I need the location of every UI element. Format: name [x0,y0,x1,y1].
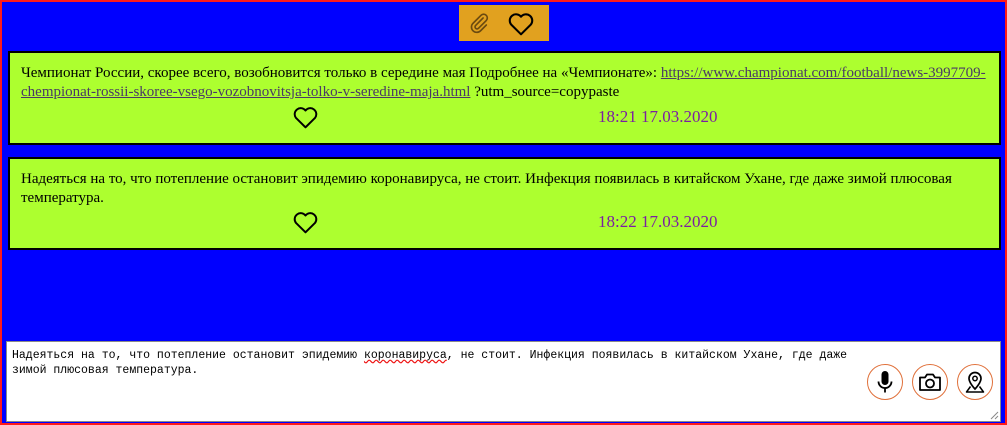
resize-grip-icon[interactable] [989,410,999,420]
message-input[interactable]: Надеяться на то, что потепление останови… [6,341,1001,422]
camera-icon [919,373,941,391]
camera-button[interactable] [912,364,948,400]
message-card: Надеяться на то, что потепление останови… [8,157,1001,250]
top-toolbar [459,5,549,41]
location-button[interactable] [957,364,993,400]
misspelled-word: коронавируса [363,349,447,362]
like-heart-icon[interactable] [290,208,320,236]
input-text-part: Надеяться на то, что потепление останови… [12,349,364,362]
message-text-part: ?utm_source=copypaste [470,84,620,100]
message-text-part: Чемпионат России, скорее всего, возобнов… [21,65,661,81]
location-pin-icon [965,371,985,393]
message-text: Чемпионат России, скорее всего, возобнов… [21,64,991,102]
like-heart-icon[interactable] [290,103,320,131]
message-timestamp: 18:22 17.03.2020 [598,212,718,231]
heart-outline-icon[interactable] [505,8,537,38]
message-card: Чемпионат России, скорее всего, возобнов… [8,51,1001,145]
microphone-button[interactable] [867,364,903,400]
message-text: Надеяться на то, что потепление останови… [21,171,952,206]
message-timestamp: 18:21 17.03.2020 [598,107,718,126]
paperclip-icon[interactable] [465,9,493,37]
microphone-icon [877,371,893,393]
message-input-value[interactable]: Надеяться на то, что потепление останови… [12,348,912,378]
chat-app: Чемпионат России, скорее всего, возобнов… [0,0,1007,425]
